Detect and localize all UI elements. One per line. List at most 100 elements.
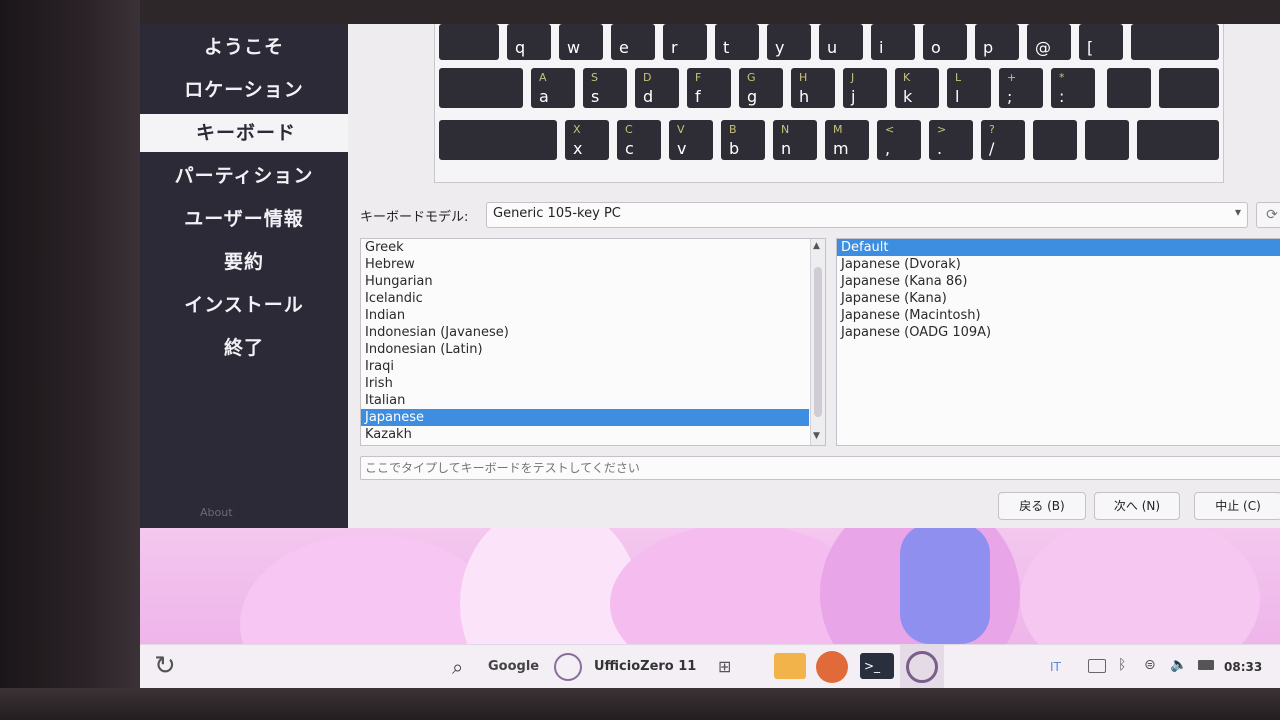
keyboard-page: q w e r t y u i o p @[ Aa Ss Dd Ff Gg Hh Jj Kk Ll +; *: XxCc…: [348, 24, 1280, 528]
layout-list-item[interactable]: Japanese: [361, 409, 809, 426]
sidebar-item-finish[interactable]: 終了: [140, 329, 348, 367]
layout-list-item[interactable]: Indian: [361, 307, 809, 324]
key-legend: k: [903, 87, 913, 106]
keyboard-model-select[interactable]: Generic 105-key PC ▾: [486, 202, 1248, 228]
key-legend: a: [539, 87, 549, 106]
keyboard-key: u: [819, 24, 863, 60]
variant-list-item[interactable]: Default: [837, 239, 1280, 256]
monitor-bezel-top: [140, 0, 1280, 24]
file-manager-icon[interactable]: [774, 653, 806, 679]
network-icon[interactable]: ⊜: [1144, 657, 1156, 673]
workspace-icon[interactable]: ⊞: [718, 657, 731, 676]
search-label[interactable]: Google: [488, 645, 539, 688]
layout-list-scrollbar[interactable]: ▲ ▼: [810, 239, 825, 445]
keyboard-test-input[interactable]: [360, 456, 1280, 480]
clock[interactable]: 08:33: [1224, 645, 1262, 688]
key-legend: q: [515, 38, 526, 57]
keyboard-key: @: [1027, 24, 1071, 60]
back-button[interactable]: 戻る (B): [998, 492, 1086, 520]
chevron-down-icon: ▾: [1234, 205, 1241, 219]
key-backslash: [1033, 120, 1077, 160]
keyboard-key: >.: [929, 120, 973, 160]
sidebar-item-keyboard[interactable]: キーボード: [140, 114, 352, 152]
monitor-bezel-left: [0, 0, 140, 720]
sidebar-item-location[interactable]: ロケーション: [140, 71, 348, 109]
cancel-button[interactable]: 中止 (C): [1194, 492, 1280, 520]
sidebar-item-partitions[interactable]: パーティション: [140, 157, 348, 195]
layout-list-item[interactable]: Indonesian (Latin): [361, 341, 809, 358]
key-shift-legend: S: [591, 71, 598, 84]
key-shift-legend: *: [1059, 71, 1065, 84]
sidebar-item-install[interactable]: インストール: [140, 286, 348, 324]
keyboard-key: y: [767, 24, 811, 60]
key-legend: r: [671, 38, 678, 57]
keyboard-variant-list[interactable]: Default Japanese (Dvorak) Japanese (Kana 8…: [836, 238, 1280, 446]
taskbar: ↻ ⌕ Google UfficioZero 11 ⊞ >_ IT ᛒ ⊜ 🔈 …: [140, 644, 1280, 688]
variant-list-item[interactable]: Japanese (Dvorak): [837, 256, 1280, 273]
keyboard-key: i: [871, 24, 915, 60]
key-legend: x: [573, 139, 583, 158]
variant-list-item[interactable]: Japanese (Kana): [837, 290, 1280, 307]
keyboard-key: Jj: [843, 68, 887, 108]
key-legend: n: [781, 139, 792, 158]
key-shift-legend: L: [955, 71, 962, 84]
keyboard-key: t: [715, 24, 759, 60]
key-legend: m: [833, 139, 849, 158]
layout-list-item[interactable]: Iraqi: [361, 358, 809, 375]
terminal-icon[interactable]: >_: [860, 653, 894, 679]
keyboard-key: p: [975, 24, 1019, 60]
key-legend: u: [827, 38, 838, 57]
keyboard-key: ? /: [981, 120, 1025, 160]
key-legend: c: [625, 139, 634, 158]
firefox-icon[interactable]: [816, 651, 848, 683]
layout-list-item[interactable]: Hungarian: [361, 273, 809, 290]
refresh-icon[interactable]: ↻: [154, 651, 184, 681]
keyboard-key: <,: [877, 120, 921, 160]
sidebar-item-summary[interactable]: 要約: [140, 243, 348, 281]
refresh-icon[interactable]: ⟳: [1256, 202, 1280, 228]
key-legend: p: [983, 38, 994, 57]
about-link[interactable]: About: [200, 506, 233, 519]
layout-list-item[interactable]: Hebrew: [361, 256, 809, 273]
battery-icon[interactable]: [1198, 660, 1214, 670]
variant-list-item[interactable]: Japanese (Macintosh): [837, 307, 1280, 324]
keyboard-key: w: [559, 24, 603, 60]
key-legend: :: [1059, 87, 1065, 106]
keyboard-key: +;: [999, 68, 1043, 108]
layout-list-item[interactable]: Irish: [361, 375, 809, 392]
layout-list-item[interactable]: Greek: [361, 239, 809, 256]
key-shift-right: [1137, 120, 1219, 160]
keyboard-key: Kk: [895, 68, 939, 108]
sidebar-item-welcome[interactable]: ようこそ: [140, 28, 348, 66]
keyboard-language-indicator[interactable]: IT: [1050, 645, 1061, 688]
bluetooth-icon[interactable]: ᛒ: [1118, 657, 1126, 673]
scroll-down-icon[interactable]: ▼: [813, 431, 820, 441]
scroll-up-icon[interactable]: ▲: [813, 241, 820, 251]
keyboard-model-label: キーボードモデル:: [360, 210, 469, 225]
volume-icon[interactable]: 🔈: [1170, 657, 1187, 673]
key-legend: v: [677, 139, 687, 158]
variant-list-item[interactable]: Japanese (OADG 109A): [837, 324, 1280, 341]
app-menu-label[interactable]: UfficioZero 11: [594, 645, 696, 688]
screenshot-icon[interactable]: [1088, 659, 1106, 673]
key-legend: h: [799, 87, 810, 106]
key-shift-left: [439, 120, 557, 160]
layout-list-item[interactable]: Kazakh: [361, 426, 809, 443]
key-legend: o: [931, 38, 941, 57]
key-shift-legend: G: [747, 71, 756, 84]
search-icon[interactable]: ⌕: [452, 655, 463, 679]
key-shift-legend: +: [1007, 71, 1017, 84]
sidebar-item-users[interactable]: ユーザー情報: [140, 200, 348, 238]
variant-list-item[interactable]: Japanese (Kana 86): [837, 273, 1280, 290]
layout-list-item[interactable]: Indonesian (Javanese): [361, 324, 809, 341]
next-button[interactable]: 次へ (N): [1094, 492, 1180, 520]
key-legend: e: [619, 38, 629, 57]
keyboard-layout-list[interactable]: Greek Hebrew Hungarian Icelandic Indian Indon…: [360, 238, 826, 446]
layout-list-item[interactable]: Icelandic: [361, 290, 809, 307]
layout-list-item[interactable]: Italian: [361, 392, 809, 409]
key-legend: d: [643, 87, 654, 106]
scrollbar-thumb[interactable]: [814, 267, 822, 417]
key-shift-legend: D: [643, 71, 652, 84]
installer-taskbar-button[interactable]: [900, 645, 944, 688]
ufficiozero-logo-icon[interactable]: [554, 653, 582, 681]
